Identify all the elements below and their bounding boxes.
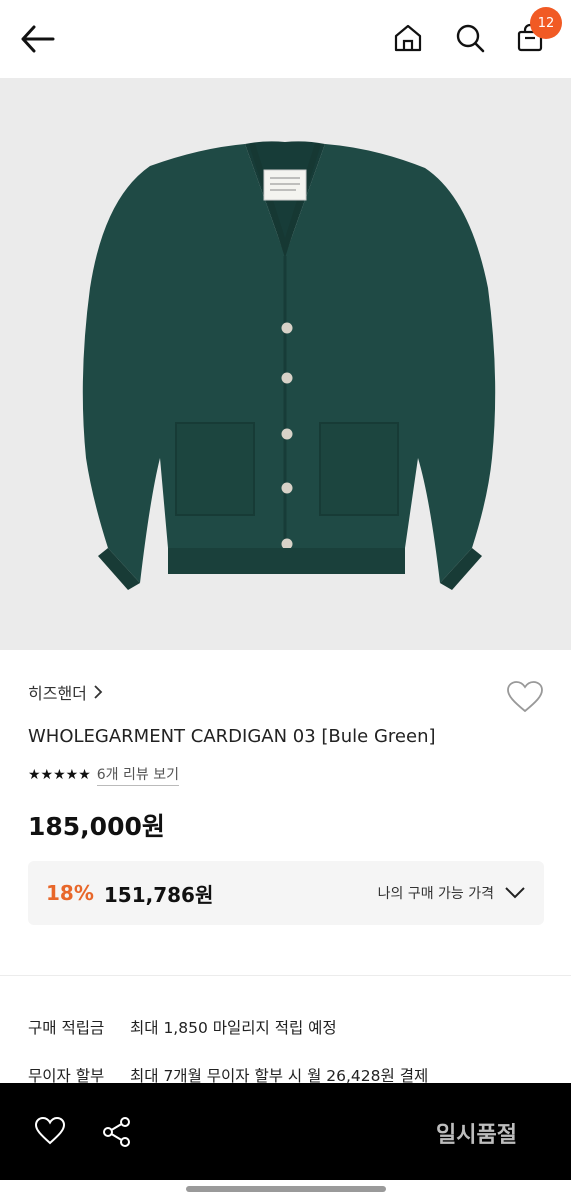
home-icon <box>394 24 422 52</box>
back-arrow-icon <box>21 25 55 53</box>
search-icon <box>456 24 485 53</box>
sold-out-label: 일시품절 <box>436 1123 517 1148</box>
heart-icon <box>34 1116 66 1145</box>
home-button[interactable] <box>388 18 428 58</box>
brand-name: 히즈핸더 <box>28 684 87 703</box>
home-indicator[interactable] <box>186 1186 386 1192</box>
section-divider <box>0 975 571 976</box>
benefit-value: 최대 1,850 마일리지 적립 예정 <box>130 1019 337 1037</box>
share-button[interactable] <box>100 1115 134 1149</box>
chevron-right-icon <box>94 685 103 699</box>
cart-count-badge: 12 <box>530 7 562 39</box>
chevron-down-icon <box>505 887 525 899</box>
top-navigation-bar: 12 <box>0 0 571 78</box>
back-button[interactable] <box>18 20 58 58</box>
discount-price-toggle[interactable]: 18% 151,786원 나의 구매 가능 가격 <box>28 861 544 925</box>
discount-price: 151,786원 <box>103 882 214 907</box>
product-title: WHOLEGARMENT CARDIGAN 03 [Bule Green] <box>28 726 436 747</box>
wishlist-button[interactable] <box>506 680 544 714</box>
share-icon <box>103 1117 130 1147</box>
heart-outline-icon <box>507 681 543 713</box>
original-price: 185,000원 <box>28 812 165 841</box>
discount-rate: 18% <box>46 881 94 905</box>
star-rating: ★★★★★ <box>28 767 91 783</box>
brand-link[interactable]: 히즈핸더 <box>28 680 103 704</box>
benefit-label: 구매 적립금 <box>28 1019 105 1037</box>
review-link[interactable]: 6개 리뷰 보기 <box>96 764 179 786</box>
benefit-row-points: 구매 적립금 최대 1,850 마일리지 적립 예정 <box>28 1016 337 1038</box>
discount-note: 나의 구매 가능 가격 <box>377 886 494 902</box>
rating-row: ★★★★★ 6개 리뷰 보기 <box>28 764 179 786</box>
bottom-action-bar: 일시품절 <box>0 1083 571 1180</box>
like-button[interactable] <box>34 1116 66 1148</box>
cardigan-illustration <box>82 141 496 590</box>
search-button[interactable] <box>450 18 490 58</box>
product-image[interactable] <box>0 78 571 650</box>
